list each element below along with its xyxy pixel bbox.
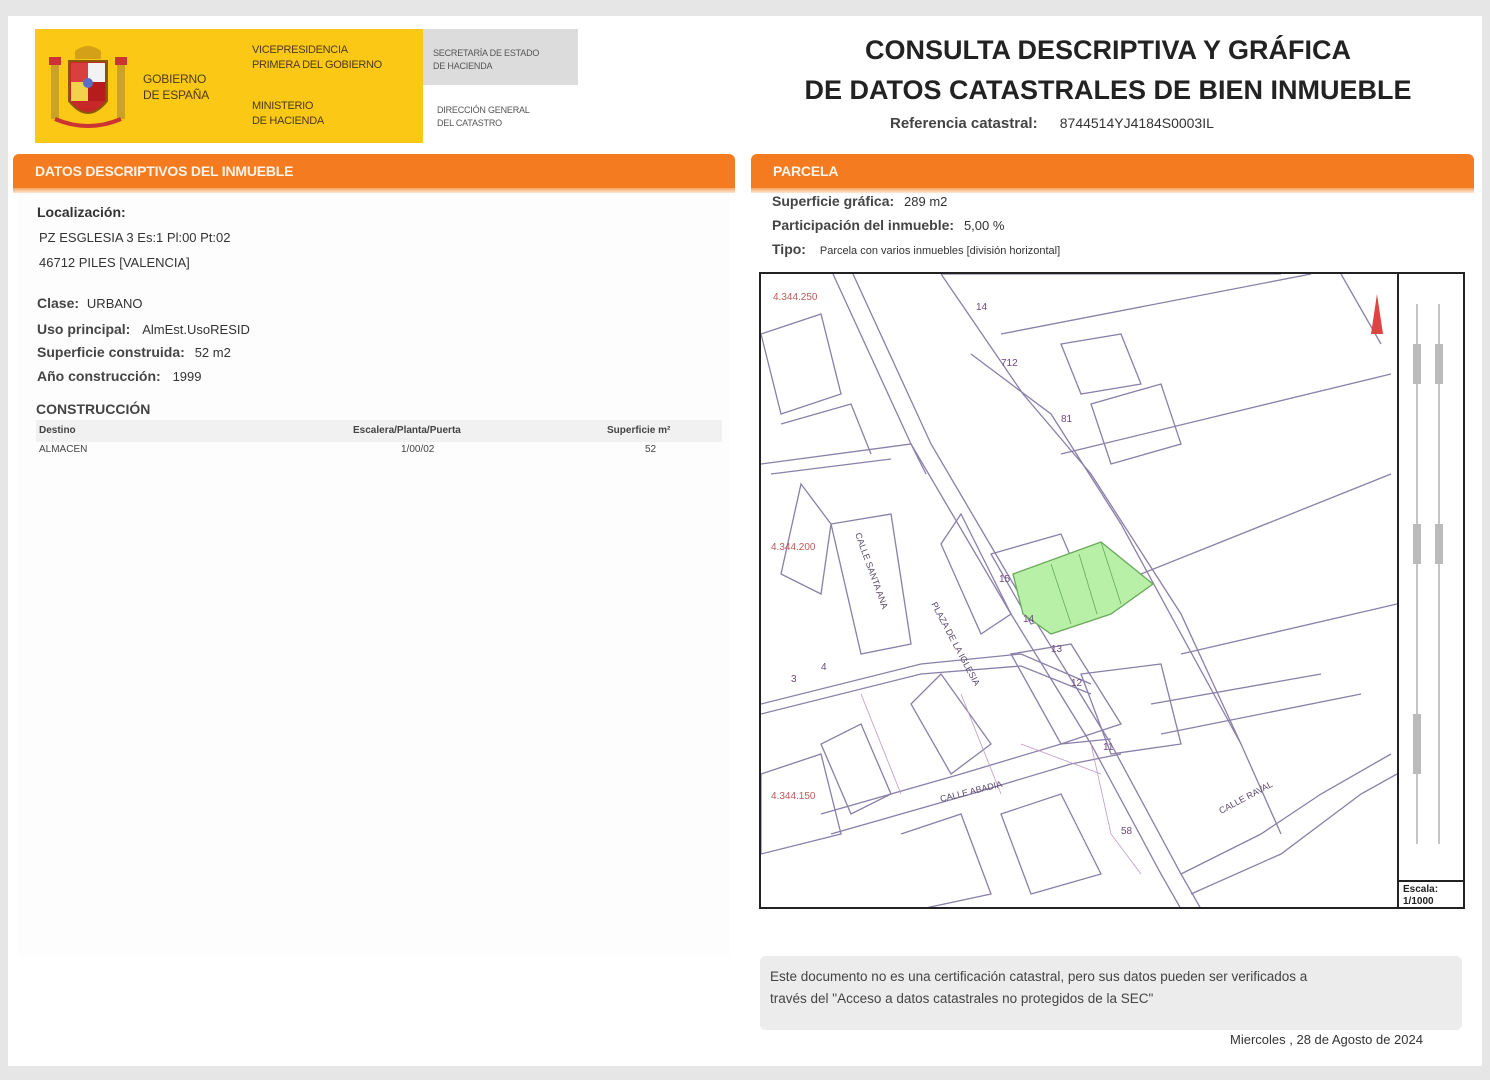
section-title: DATOS DESCRIPTIVOS DEL INMUEBLE [35,163,294,179]
map-scale: Escala: 1/1000 [1397,880,1463,907]
disclaimer-line-1: Este documento no es una certificación c… [770,969,1308,984]
document-date: Miercoles , 28 de Agosto de 2024 [1230,1032,1423,1047]
uso-row: Uso principal: AlmEst.UsoRESID [37,321,250,337]
referencia-value: 8744514YJ4184S0003IL [1059,115,1214,131]
section-header-datos-descriptivos: DATOS DESCRIPTIVOS DEL INMUEBLE [13,154,735,193]
uso-value: AlmEst.UsoRESID [142,322,250,337]
svg-text:14: 14 [976,302,988,313]
svg-text:PLAZA DE LA IGLESIA: PLAZA DE LA IGLESIA [929,600,982,687]
svg-text:712: 712 [1001,358,1018,369]
svg-text:4.344.250: 4.344.250 [773,292,818,303]
legend-lines [1413,304,1443,844]
sup-grafica-row: Superficie gráfica: 289 m2 [772,193,948,209]
clase-value: URBANO [86,296,143,311]
map-legend [1397,274,1463,880]
svg-text:15: 15 [999,574,1011,585]
secretaria-label: SECRETARÍA DE ESTADO DE HACIENDA [433,48,540,71]
svg-text:CALLE SANTA ANA: CALLE SANTA ANA [853,531,890,610]
superficie-row: Superficie construida: 52 m2 [37,344,231,360]
anio-row: Año construcción: 1999 [37,368,202,384]
participacion-value: 5,00 % [963,218,1005,233]
svg-text:13: 13 [1051,644,1063,655]
document-title: CONSULTA DESCRIPTIVA Y GRÁFICA DE DATOS … [768,30,1448,110]
col-superficie: Superficie m² [607,425,671,436]
table-cell-destino: ALMACEN [39,444,88,455]
svg-text:14: 14 [1023,614,1035,625]
svg-text:11: 11 [1103,742,1114,753]
svg-text:58: 58 [1121,826,1133,837]
secretaria-block: SECRETARÍA DE ESTADO DE HACIENDA [423,29,578,85]
col-destino: Destino [39,425,76,436]
svg-text:CALLE ABADIA: CALLE ABADIA [939,779,1003,804]
address-line-1: PZ ESGLESIA 3 Es:1 Pl:00 Pt:02 [39,230,231,245]
tipo-value: Parcela con varios inmuebles [división h… [819,245,1061,257]
disclaimer-line-2: través del "Acceso a datos catastrales n… [770,991,1154,1006]
construccion-title: CONSTRUCCIÓN [36,401,151,417]
svg-text:81: 81 [1061,414,1073,425]
address-line-2: 46712 PILES [VALENCIA] [39,255,190,270]
superficie-value: 52 m2 [194,345,231,360]
section-header-parcela: PARCELA [751,154,1474,193]
referencia-label: Referencia catastral: [890,115,1038,132]
sup-grafica-value: 289 m2 [904,194,948,209]
scale-label: Escala: [1403,884,1439,895]
parcel-map-drawing: 14 712 81 15 14 13 12 11 58 3 4 4.344.25… [761,274,1398,907]
scale-value: 1/1000 [1403,896,1434,907]
svg-text:4.344.150: 4.344.150 [771,791,816,802]
tipo-row: Tipo: Parcela con varios inmuebles [divi… [772,241,1061,257]
direccion-label: DIRECCIÓN GENERAL DEL CATASTRO [437,105,530,128]
title-line-2: DE DATOS CATASTRALES DE BIEN INMUEBLE [804,75,1412,105]
disclaimer-box: Este documento no es una certificación c… [760,956,1462,1030]
gobierno-label: GOBIERNO DE ESPAÑA [143,72,209,102]
government-logo-block: GOBIERNO DE ESPAÑA VICEPRESIDENCIA PRIME… [35,29,423,143]
cadastral-map[interactable]: 14 712 81 15 14 13 12 11 58 3 4 4.344.25… [759,272,1465,909]
referencia-catastral: Referencia catastral: 8744514YJ4184S0003… [890,115,1214,132]
svg-text:4.344.200: 4.344.200 [771,542,816,553]
vicepresidencia-label: VICEPRESIDENCIA PRIMERA DEL GOBIERNO [252,44,382,71]
svg-text:12: 12 [1071,678,1083,689]
table-cell-superficie: 52 [645,444,657,455]
col-escalera: Escalera/Planta/Puerta [353,425,461,436]
localizacion-label: Localización: [37,204,126,220]
table-cell-escalera: 1/00/02 [401,444,435,455]
document-page: GOBIERNO DE ESPAÑA VICEPRESIDENCIA PRIME… [8,16,1482,1066]
ministerio-label: MINISTERIO DE HACIENDA [252,100,324,127]
title-line-1: CONSULTA DESCRIPTIVA Y GRÁFICA [864,35,1352,65]
section-title: PARCELA [773,163,839,179]
anio-value: 1999 [172,369,202,384]
svg-text:4: 4 [821,662,827,673]
svg-text:CALLE RAVAL: CALLE RAVAL [1217,779,1274,816]
svg-text:3: 3 [791,674,797,685]
participacion-row: Participación del inmueble: 5,00 % [772,217,1005,233]
clase-row: Clase: URBANO [37,295,143,311]
coat-of-arms-icon [49,46,127,128]
